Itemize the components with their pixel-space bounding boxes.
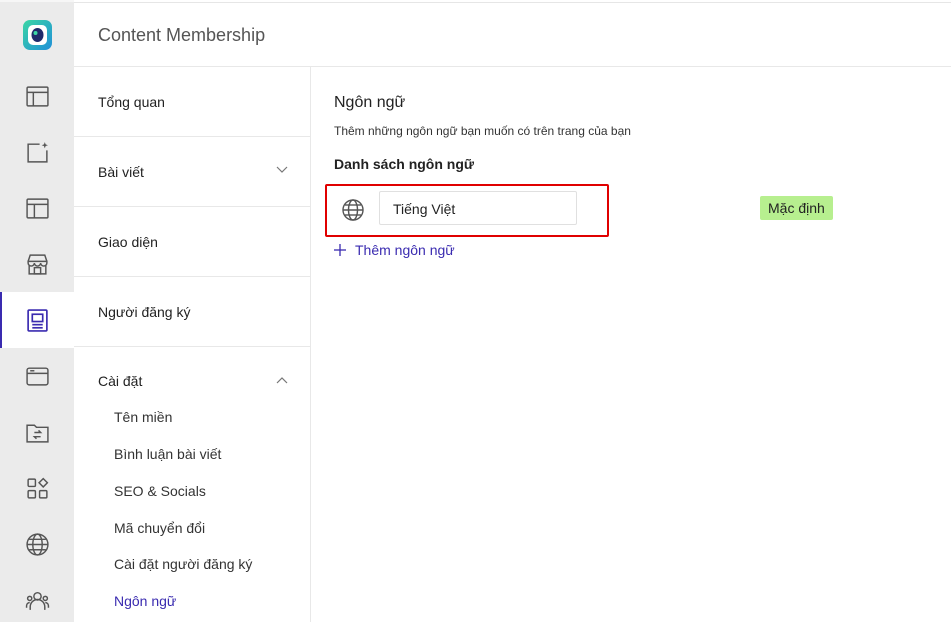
chevron-down-icon (276, 166, 288, 173)
subnav-item-label: Bài viết (98, 164, 144, 180)
subnav-sub-subscriber-settings[interactable]: Cài đặt người đăng ký (114, 556, 252, 572)
subnav-item-appearance[interactable]: Giao diện (74, 207, 310, 277)
rail-users[interactable] (0, 572, 74, 628)
section-title: Ngôn ngữ (334, 94, 406, 111)
layout-icon (25, 197, 49, 219)
subnav-item-label: Giao diện (98, 234, 158, 250)
language-list-title: Danh sách ngôn ngữ (334, 156, 475, 172)
membership-icon (26, 308, 48, 332)
apps-icon (26, 477, 48, 499)
subnav-item-label: Cài đặt (98, 373, 143, 389)
store-icon (26, 253, 48, 275)
rail-membership[interactable] (0, 292, 74, 348)
main-content: Ngôn ngữ Thêm những ngôn ngữ bạn muốn có… (311, 67, 951, 622)
subnav-item-posts[interactable]: Bài viết (74, 137, 310, 207)
rail-apps[interactable] (0, 460, 74, 516)
subnav-item-subscribers[interactable]: Người đăng ký (74, 277, 310, 347)
dashboard-icon (25, 85, 49, 107)
icon-rail (0, 0, 74, 622)
language-row-highlight: Tiếng Việt (325, 184, 609, 237)
subnav-sub-conversion-code[interactable]: Mã chuyển đổi (114, 520, 205, 536)
subnav-item-label: Người đăng ký (98, 304, 191, 320)
users-icon (25, 591, 49, 610)
subnav-item-overview[interactable]: Tổng quan (74, 67, 310, 137)
rail-add-post[interactable] (0, 124, 74, 180)
rail-language[interactable] (0, 516, 74, 572)
subnav-sub-comments[interactable]: Bình luận bài viết (114, 446, 221, 462)
language-name-field[interactable]: Tiếng Việt (379, 191, 577, 225)
globe-icon (342, 199, 364, 221)
subnav-item-settings[interactable]: Cài đặt (74, 347, 310, 416)
rail-dashboard[interactable] (0, 68, 74, 124)
add-post-icon (26, 141, 48, 163)
rail-layout[interactable] (0, 180, 74, 236)
rail-browser[interactable] (0, 348, 74, 404)
section-description: Thêm những ngôn ngữ bạn muốn có trên tra… (334, 124, 631, 138)
add-language-label: Thêm ngôn ngữ (355, 242, 455, 258)
settings-sidebar: Tổng quan Bài viết Giao diện Người đăng … (74, 67, 311, 622)
default-badge: Mặc định (760, 196, 833, 220)
subnav-item-label: Tổng quan (98, 94, 165, 110)
subnav-sub-language[interactable]: Ngôn ngữ (114, 593, 176, 609)
page-header: Content Membership (74, 3, 951, 67)
browser-icon (25, 366, 49, 386)
globe-icon (25, 532, 49, 556)
page-title: Content Membership (98, 25, 266, 45)
rail-folder-sync[interactable] (0, 404, 74, 460)
chevron-up-icon (276, 377, 288, 384)
rail-top-strip (0, 0, 74, 2)
add-language-button[interactable]: Thêm ngôn ngữ (333, 242, 455, 258)
rail-store[interactable] (0, 236, 74, 292)
plus-icon (334, 244, 346, 256)
subnav-sub-seo[interactable]: SEO & Socials (114, 483, 206, 499)
folder-sync-icon (25, 423, 49, 443)
subnav-sub-domain[interactable]: Tên miền (114, 409, 172, 425)
app-logo[interactable] (22, 19, 53, 51)
